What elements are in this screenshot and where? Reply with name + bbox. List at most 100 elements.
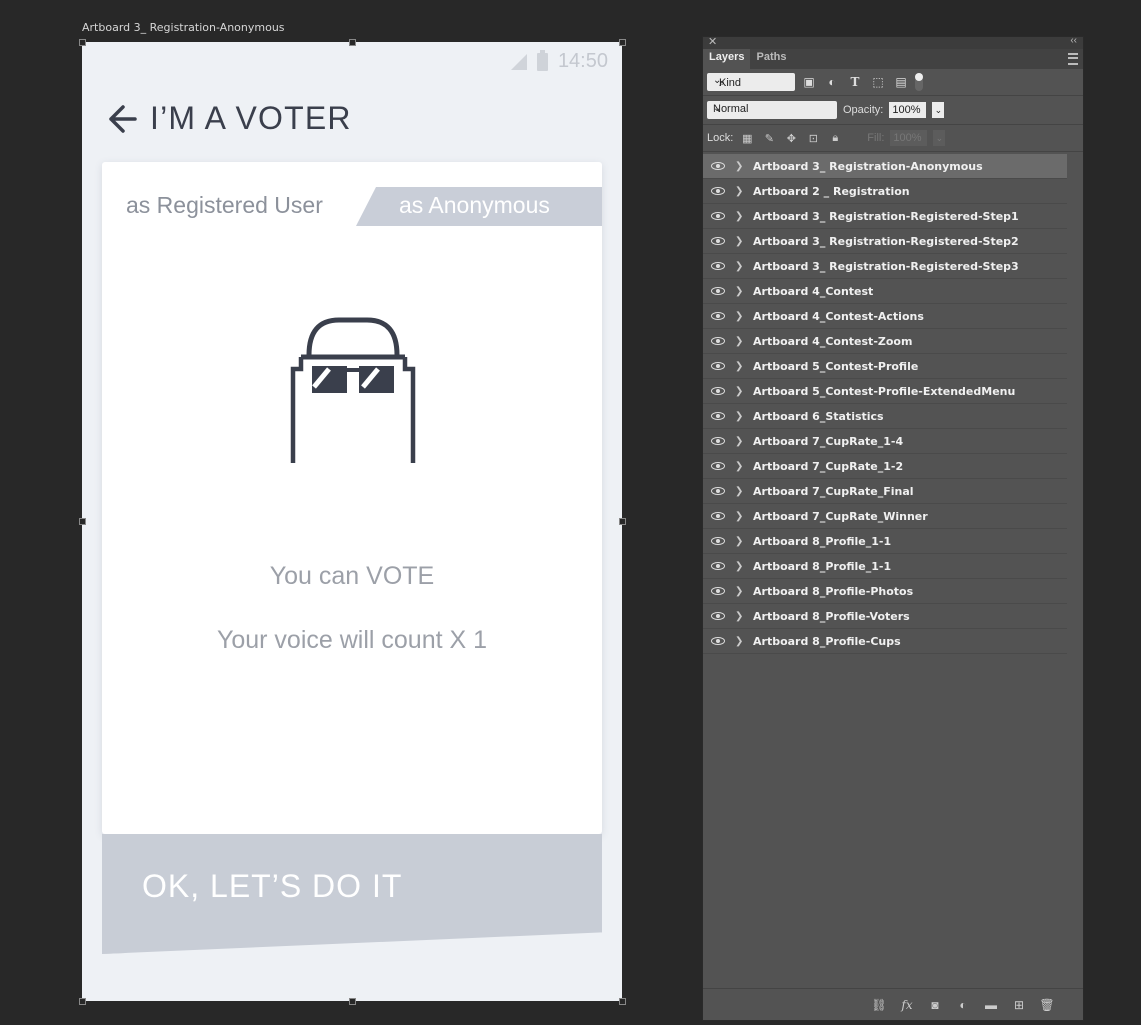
layer-row[interactable]: ❯ Artboard 4_Contest (703, 279, 1067, 304)
lock-brush-icon[interactable]: ✎ (761, 130, 777, 146)
eye-icon[interactable] (711, 537, 725, 545)
eye-icon[interactable] (711, 187, 725, 195)
eye-icon[interactable] (711, 612, 725, 620)
transform-handle[interactable] (619, 39, 626, 46)
chevron-right-icon[interactable]: ❯ (735, 586, 745, 597)
transform-handle[interactable] (349, 998, 356, 1005)
eye-icon[interactable] (711, 237, 725, 245)
eye-icon[interactable] (711, 312, 725, 320)
image-filter-icon[interactable]: ▣ (800, 73, 818, 91)
eye-icon[interactable] (711, 287, 725, 295)
opacity-dropdown[interactable]: ⌄ (932, 102, 945, 118)
layer-row[interactable]: ❯ Artboard 7_CupRate_1-4 (703, 429, 1067, 454)
eye-icon[interactable] (711, 337, 725, 345)
layer-row[interactable]: ❯ Artboard 4_Contest-Zoom (703, 329, 1067, 354)
trash-icon[interactable]: 🗑︎ (1039, 998, 1055, 1012)
chevron-right-icon[interactable]: ❯ (735, 511, 745, 522)
chevron-right-icon[interactable]: ❯ (735, 486, 745, 497)
chevron-right-icon[interactable]: ❯ (735, 311, 745, 322)
chevron-right-icon[interactable]: ❯ (735, 561, 745, 572)
layer-row[interactable]: ❯ Artboard 8_Profile_1-1 (703, 529, 1067, 554)
confirm-button[interactable]: OK, LET’S DO IT (102, 834, 602, 954)
eye-icon[interactable] (711, 587, 725, 595)
layer-row[interactable]: ❯ Artboard 7_CupRate_Final (703, 479, 1067, 504)
layer-mask-icon[interactable]: ◙ (927, 998, 943, 1012)
layer-row[interactable]: ❯ Artboard 6_Statistics (703, 404, 1067, 429)
blend-mode-select[interactable]: Normal ⌄ (707, 101, 837, 119)
chevron-right-icon[interactable]: ❯ (735, 186, 745, 197)
transform-handle[interactable] (619, 518, 626, 525)
back-arrow-icon[interactable] (108, 100, 138, 140)
chevron-right-icon[interactable]: ❯ (735, 336, 745, 347)
tab-layers[interactable]: Layers (703, 49, 751, 69)
new-group-icon[interactable]: ▬ (983, 998, 999, 1012)
chevron-right-icon[interactable]: ❯ (735, 261, 745, 272)
eye-icon[interactable] (711, 487, 725, 495)
layer-row[interactable]: ❯ Artboard 8_Profile-Voters (703, 604, 1067, 629)
close-icon[interactable]: ✕ (708, 35, 717, 48)
smart-object-filter-icon[interactable]: ▤ (892, 73, 910, 91)
transform-handle[interactable] (79, 39, 86, 46)
opacity-field[interactable]: 100% (889, 102, 927, 118)
layer-row[interactable]: ❯ Artboard 3_ Registration-Anonymous (703, 154, 1067, 179)
fx-icon[interactable]: fx (899, 998, 915, 1012)
adjustment-filter-icon[interactable]: ◐ (823, 73, 841, 91)
transform-handle[interactable] (79, 518, 86, 525)
filter-toggle[interactable] (915, 73, 923, 91)
eye-icon[interactable] (711, 462, 725, 470)
chevron-right-icon[interactable]: ❯ (735, 361, 745, 372)
tab-anonymous[interactable]: as Anonymous (356, 187, 602, 226)
collapse-icon[interactable]: ‹‹ (1070, 35, 1077, 46)
layer-row[interactable]: ❯ Artboard 4_Contest-Actions (703, 304, 1067, 329)
lock-move-icon[interactable]: ✥ (783, 130, 799, 146)
eye-icon[interactable] (711, 437, 725, 445)
chevron-right-icon[interactable]: ❯ (735, 386, 745, 397)
layer-row[interactable]: ❯ Artboard 7_CupRate_1-2 (703, 454, 1067, 479)
lock-artboard-icon[interactable]: ⊡ (805, 130, 821, 146)
layer-row[interactable]: ❯ Artboard 8_Profile_1-1 (703, 554, 1067, 579)
layer-row[interactable]: ❯ Artboard 8_Profile-Cups (703, 629, 1067, 654)
eye-icon[interactable] (711, 362, 725, 370)
eye-icon[interactable] (711, 212, 725, 220)
adjustment-layer-icon[interactable]: ◐ (955, 998, 971, 1012)
tab-registered-user[interactable]: as Registered User (126, 192, 323, 219)
chevron-right-icon[interactable]: ❯ (735, 636, 745, 647)
lock-all-icon[interactable]: 🔒︎ (827, 130, 843, 146)
chevron-right-icon[interactable]: ❯ (735, 236, 745, 247)
eye-icon[interactable] (711, 562, 725, 570)
new-layer-icon[interactable]: ⊞ (1011, 998, 1027, 1012)
type-filter-icon[interactable]: T (846, 73, 864, 91)
eye-icon[interactable] (711, 162, 725, 170)
chevron-right-icon[interactable]: ❯ (735, 461, 745, 472)
panel-menu-icon[interactable] (1068, 53, 1078, 65)
shape-filter-icon[interactable]: ⬚ (869, 73, 887, 91)
eye-icon[interactable] (711, 412, 725, 420)
layer-row[interactable]: ❯ Artboard 3_ Registration-Registered-Ste… (703, 254, 1067, 279)
eye-icon[interactable] (711, 262, 725, 270)
chevron-right-icon[interactable]: ❯ (735, 211, 745, 222)
eye-icon[interactable] (711, 637, 725, 645)
chevron-right-icon[interactable]: ❯ (735, 286, 745, 297)
layer-row[interactable]: ❯ Artboard 2 _ Registration (703, 179, 1067, 204)
layer-row[interactable]: ❯ Artboard 5_Contest-Profile (703, 354, 1067, 379)
chevron-right-icon[interactable]: ❯ (735, 436, 745, 447)
chevron-right-icon[interactable]: ❯ (735, 411, 745, 422)
transform-handle[interactable] (619, 998, 626, 1005)
layer-row[interactable]: ❯ Artboard 5_Contest-Profile-ExtendedMenu (703, 379, 1067, 404)
chevron-right-icon[interactable]: ❯ (735, 536, 745, 547)
layer-row[interactable]: ❯ Artboard 3_ Registration-Registered-Ste… (703, 204, 1067, 229)
link-layers-icon[interactable]: ⛓ (871, 998, 887, 1012)
fill-field[interactable]: 100% (890, 130, 928, 146)
fill-dropdown[interactable]: ⌄ (933, 130, 946, 146)
chevron-right-icon[interactable]: ❯ (735, 161, 745, 172)
eye-icon[interactable] (711, 512, 725, 520)
layer-row[interactable]: ❯ Artboard 8_Profile-Photos (703, 579, 1067, 604)
chevron-right-icon[interactable]: ❯ (735, 611, 745, 622)
layer-row[interactable]: ❯ Artboard 7_CupRate_Winner (703, 504, 1067, 529)
transform-handle[interactable] (79, 998, 86, 1005)
lock-transparent-icon[interactable]: ▦ (739, 130, 755, 146)
transform-handle[interactable] (349, 39, 356, 46)
tab-paths[interactable]: Paths (750, 49, 792, 69)
eye-icon[interactable] (711, 387, 725, 395)
filter-kind-select[interactable]: ⌕ Kind ⌄ (707, 73, 795, 91)
